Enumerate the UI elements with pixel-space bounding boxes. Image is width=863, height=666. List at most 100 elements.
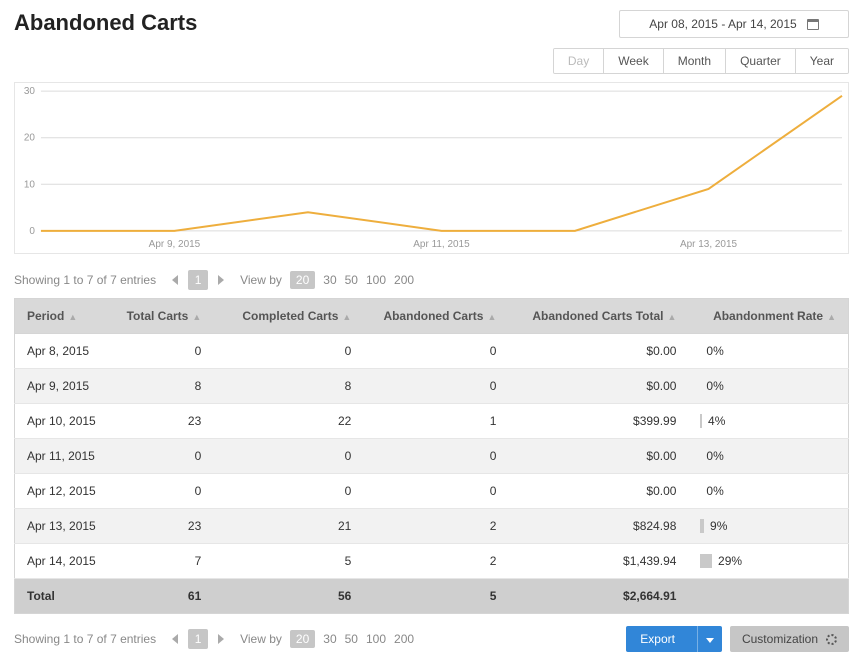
calendar-icon [807,19,819,30]
cell-abandoned-total: $824.98 [508,509,688,544]
period-tab-month[interactable]: Month [663,49,725,73]
pager-current-page-bottom[interactable]: 1 [188,629,208,649]
rate-bar [700,519,704,533]
table-row: Apr 13, 201523212$824.989% [15,509,849,544]
cell-abandoned-total: $0.00 [508,439,688,474]
pager-prev-button[interactable] [166,271,184,289]
col-header-label: Abandoned Carts Total [532,309,663,323]
rate-text: 29% [718,554,742,568]
chevron-right-icon [218,634,224,644]
rate-text: 0% [706,379,723,393]
viewby-option-20[interactable]: 20 [290,271,315,289]
period-tabs: DayWeekMonthQuarterYear [553,48,849,74]
pager-current-page[interactable]: 1 [188,270,208,290]
viewby-option-50[interactable]: 50 [345,273,358,287]
col-header-completed_carts[interactable]: Completed Carts▲ [213,299,363,334]
viewby-option-30[interactable]: 30 [323,273,336,287]
sort-icon: ▲ [487,312,496,322]
rate-bar [700,554,712,568]
totals-abandoned-carts: 5 [363,579,508,614]
cell-abandonment-rate: 0% [688,439,848,474]
cell-completed-carts: 21 [213,509,363,544]
cell-abandoned-carts: 0 [363,334,508,369]
cell-abandoned-carts: 0 [363,474,508,509]
abandoned-carts-table: Period▲Total Carts▲Completed Carts▲Aband… [14,298,849,614]
cell-completed-carts: 0 [213,334,363,369]
customization-button[interactable]: Customization [730,626,849,652]
svg-text:10: 10 [24,179,36,190]
chevron-right-icon [218,275,224,285]
rate-text: 0% [706,344,723,358]
col-header-abandonment_rate[interactable]: Abandonment Rate▲ [688,299,848,334]
cell-period: Apr 14, 2015 [15,544,115,579]
gear-icon [826,634,837,645]
totals-abandoned-total: $2,664.91 [508,579,688,614]
cell-abandoned-carts: 1 [363,404,508,439]
col-header-abandoned_total[interactable]: Abandoned Carts Total▲ [508,299,688,334]
viewby-option-200[interactable]: 200 [394,632,414,646]
viewby-option-30[interactable]: 30 [323,632,336,646]
cell-total-carts: 7 [115,544,214,579]
totals-abandonment-rate [688,579,848,614]
sort-icon: ▲ [827,312,836,322]
cell-total-carts: 23 [115,404,214,439]
cell-abandoned-total: $0.00 [508,369,688,404]
cell-abandoned-carts: 0 [363,439,508,474]
pager-next-button[interactable] [212,271,230,289]
chevron-left-icon [172,275,178,285]
export-button[interactable]: Export [626,626,722,652]
view-by-label-bottom: View by [240,632,282,646]
cell-period: Apr 8, 2015 [15,334,115,369]
cell-abandonment-rate: 4% [688,404,848,439]
cell-completed-carts: 22 [213,404,363,439]
sort-icon: ▲ [192,312,201,322]
view-by-selector: View by 203050100200 [240,271,414,289]
cell-completed-carts: 0 [213,439,363,474]
pager-info: Showing 1 to 7 of 7 entries [14,273,156,287]
pager-info-bottom: Showing 1 to 7 of 7 entries [14,632,156,646]
date-range-picker[interactable]: Apr 08, 2015 - Apr 14, 2015 [619,10,849,38]
viewby-option-100[interactable]: 100 [366,273,386,287]
cell-abandonment-rate: 9% [688,509,848,544]
table-row: Apr 9, 2015880$0.000% [15,369,849,404]
col-header-total_carts[interactable]: Total Carts▲ [115,299,214,334]
table-row: Apr 12, 2015000$0.000% [15,474,849,509]
cell-total-carts: 0 [115,474,214,509]
cell-period: Apr 11, 2015 [15,439,115,474]
viewby-option-20[interactable]: 20 [290,630,315,648]
rate-text: 0% [706,449,723,463]
period-tab-day[interactable]: Day [554,49,603,73]
cell-total-carts: 23 [115,509,214,544]
rate-bar [700,414,702,428]
table-row: Apr 14, 2015752$1,439.9429% [15,544,849,579]
svg-text:20: 20 [24,133,36,144]
period-tab-quarter[interactable]: Quarter [725,49,795,73]
cell-abandonment-rate: 0% [688,369,848,404]
table-row: Apr 8, 2015000$0.000% [15,334,849,369]
cell-period: Apr 10, 2015 [15,404,115,439]
col-header-label: Period [27,309,64,323]
pager-next-button-bottom[interactable] [212,630,230,648]
table-row: Apr 11, 2015000$0.000% [15,439,849,474]
cell-completed-carts: 0 [213,474,363,509]
viewby-option-100[interactable]: 100 [366,632,386,646]
viewby-option-50[interactable]: 50 [345,632,358,646]
period-tab-week[interactable]: Week [603,49,662,73]
pager-controls: 1 [166,270,230,290]
pager-bottom: Showing 1 to 7 of 7 entries 1 View by 20… [14,626,849,652]
col-header-abandoned_carts[interactable]: Abandoned Carts▲ [363,299,508,334]
period-tab-year[interactable]: Year [795,49,848,73]
svg-text:Apr 11, 2015: Apr 11, 2015 [413,239,470,250]
caret-down-icon [706,638,714,643]
cell-abandoned-total: $399.99 [508,404,688,439]
cell-total-carts: 0 [115,334,214,369]
pager-prev-button-bottom[interactable] [166,630,184,648]
abandonment-line-chart: 0102030Apr 9, 2015Apr 11, 2015Apr 13, 20… [15,83,848,253]
export-dropdown-toggle[interactable] [697,626,722,652]
chevron-left-icon [172,634,178,644]
col-header-period[interactable]: Period▲ [15,299,115,334]
cell-abandonment-rate: 0% [688,474,848,509]
pager-top: Showing 1 to 7 of 7 entries 1 View by 20… [14,270,849,290]
table-body: Apr 8, 2015000$0.000%Apr 9, 2015880$0.00… [15,334,849,579]
viewby-option-200[interactable]: 200 [394,273,414,287]
